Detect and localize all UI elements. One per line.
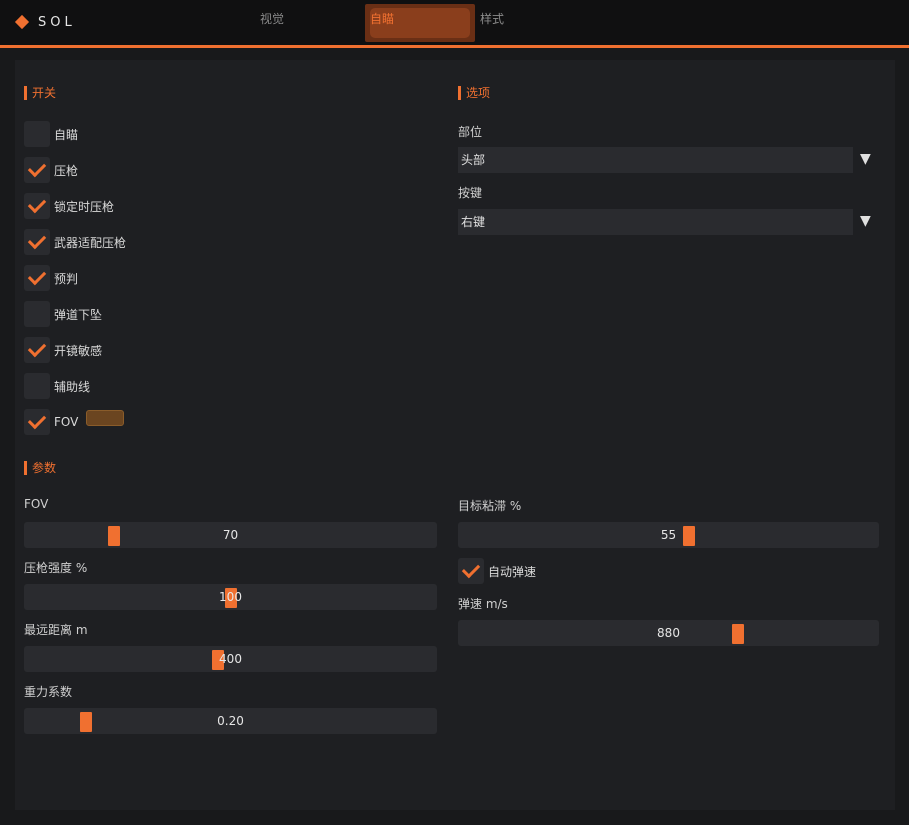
stickiness-slider[interactable]: 55 — [458, 522, 879, 548]
key-select[interactable]: 右键 — [458, 209, 853, 235]
checkbox[interactable] — [24, 121, 50, 147]
tab-style[interactable]: 样式 — [480, 10, 504, 27]
key-label: 按键 — [458, 186, 483, 200]
fov-color-picker[interactable] — [86, 410, 125, 426]
max-distance-slider[interactable]: 400 — [24, 646, 437, 672]
checkbox[interactable] — [24, 301, 50, 327]
switch-label: 压枪 — [54, 163, 79, 178]
chevron-down-icon[interactable]: ▼ — [860, 151, 871, 167]
switch-label: 开镜敏感 — [54, 343, 103, 358]
switch-label: 预判 — [54, 271, 79, 286]
switch-fov[interactable]: FOV — [24, 409, 125, 435]
bullet-speed-slider[interactable]: 880 — [458, 620, 879, 646]
checkbox[interactable] — [24, 229, 50, 255]
gravity-slider[interactable]: 0.20 — [24, 708, 437, 734]
switch-label: 锁定时压枪 — [54, 199, 115, 214]
slider-value: 100 — [219, 590, 242, 604]
tab-aimbot[interactable]: 自瞄 — [370, 10, 394, 27]
switch-bullet-drop[interactable]: 弹道下坠 — [24, 301, 102, 327]
logo-diamond-icon — [14, 14, 30, 30]
section-title-params: 参数 — [24, 461, 56, 475]
switch-label: 武器适配压枪 — [54, 235, 127, 250]
section-title-options: 选项 — [458, 86, 490, 100]
switch-lock-recoil[interactable]: 锁定时压枪 — [24, 193, 114, 219]
app-logo-text: SOL — [38, 15, 76, 30]
switch-label: 辅助线 — [54, 379, 91, 394]
switch-recoil[interactable]: 压枪 — [24, 157, 78, 183]
tab-visual[interactable]: 视觉 — [260, 10, 284, 27]
switch-scope-sensitivity[interactable]: 开镜敏感 — [24, 337, 102, 363]
recoil-label: 压枪强度 % — [24, 561, 88, 575]
slider-value: 400 — [219, 652, 242, 666]
header-accent-line — [0, 45, 909, 48]
switch-label: 自动弹速 — [488, 564, 537, 579]
title-bar: SOL 视觉 自瞄 样式 — [0, 0, 909, 45]
checkbox[interactable] — [24, 265, 50, 291]
switch-auto-speed[interactable]: 自动弹速 — [458, 558, 536, 584]
checkbox[interactable] — [24, 157, 50, 183]
checkbox[interactable] — [24, 373, 50, 399]
checkbox[interactable] — [458, 558, 484, 584]
max-distance-label: 最远距离 m — [24, 623, 88, 637]
switch-weapon-recoil[interactable]: 武器适配压枪 — [24, 229, 126, 255]
switch-label: 自瞄 — [54, 127, 79, 142]
slider-value: 70 — [222, 528, 239, 542]
slider-value: 0.20 — [217, 714, 244, 728]
part-label: 部位 — [458, 125, 483, 139]
checkbox[interactable] — [24, 409, 50, 435]
switch-aimbot[interactable]: 自瞄 — [24, 121, 78, 147]
switch-label: 弹道下坠 — [54, 307, 103, 322]
bullet-speed-label: 弹速 m/s — [458, 597, 508, 611]
part-select[interactable]: 头部 — [458, 147, 853, 173]
stickiness-label: 目标粘滞 % — [458, 499, 522, 513]
slider-value: 880 — [657, 626, 680, 640]
fov-label: FOV — [24, 497, 49, 511]
chevron-down-icon[interactable]: ▼ — [860, 213, 871, 229]
fov-slider[interactable]: 70 — [24, 522, 437, 548]
recoil-slider[interactable]: 100 — [24, 584, 437, 610]
checkbox[interactable] — [24, 193, 50, 219]
checkbox[interactable] — [24, 337, 50, 363]
gravity-label: 重力系数 — [24, 685, 73, 699]
section-title-switches: 开关 — [24, 86, 56, 100]
switch-label: FOV — [54, 415, 79, 429]
slider-value: 55 — [660, 528, 677, 542]
switch-prediction[interactable]: 预判 — [24, 265, 78, 291]
switch-guide-line[interactable]: 辅助线 — [24, 373, 90, 399]
